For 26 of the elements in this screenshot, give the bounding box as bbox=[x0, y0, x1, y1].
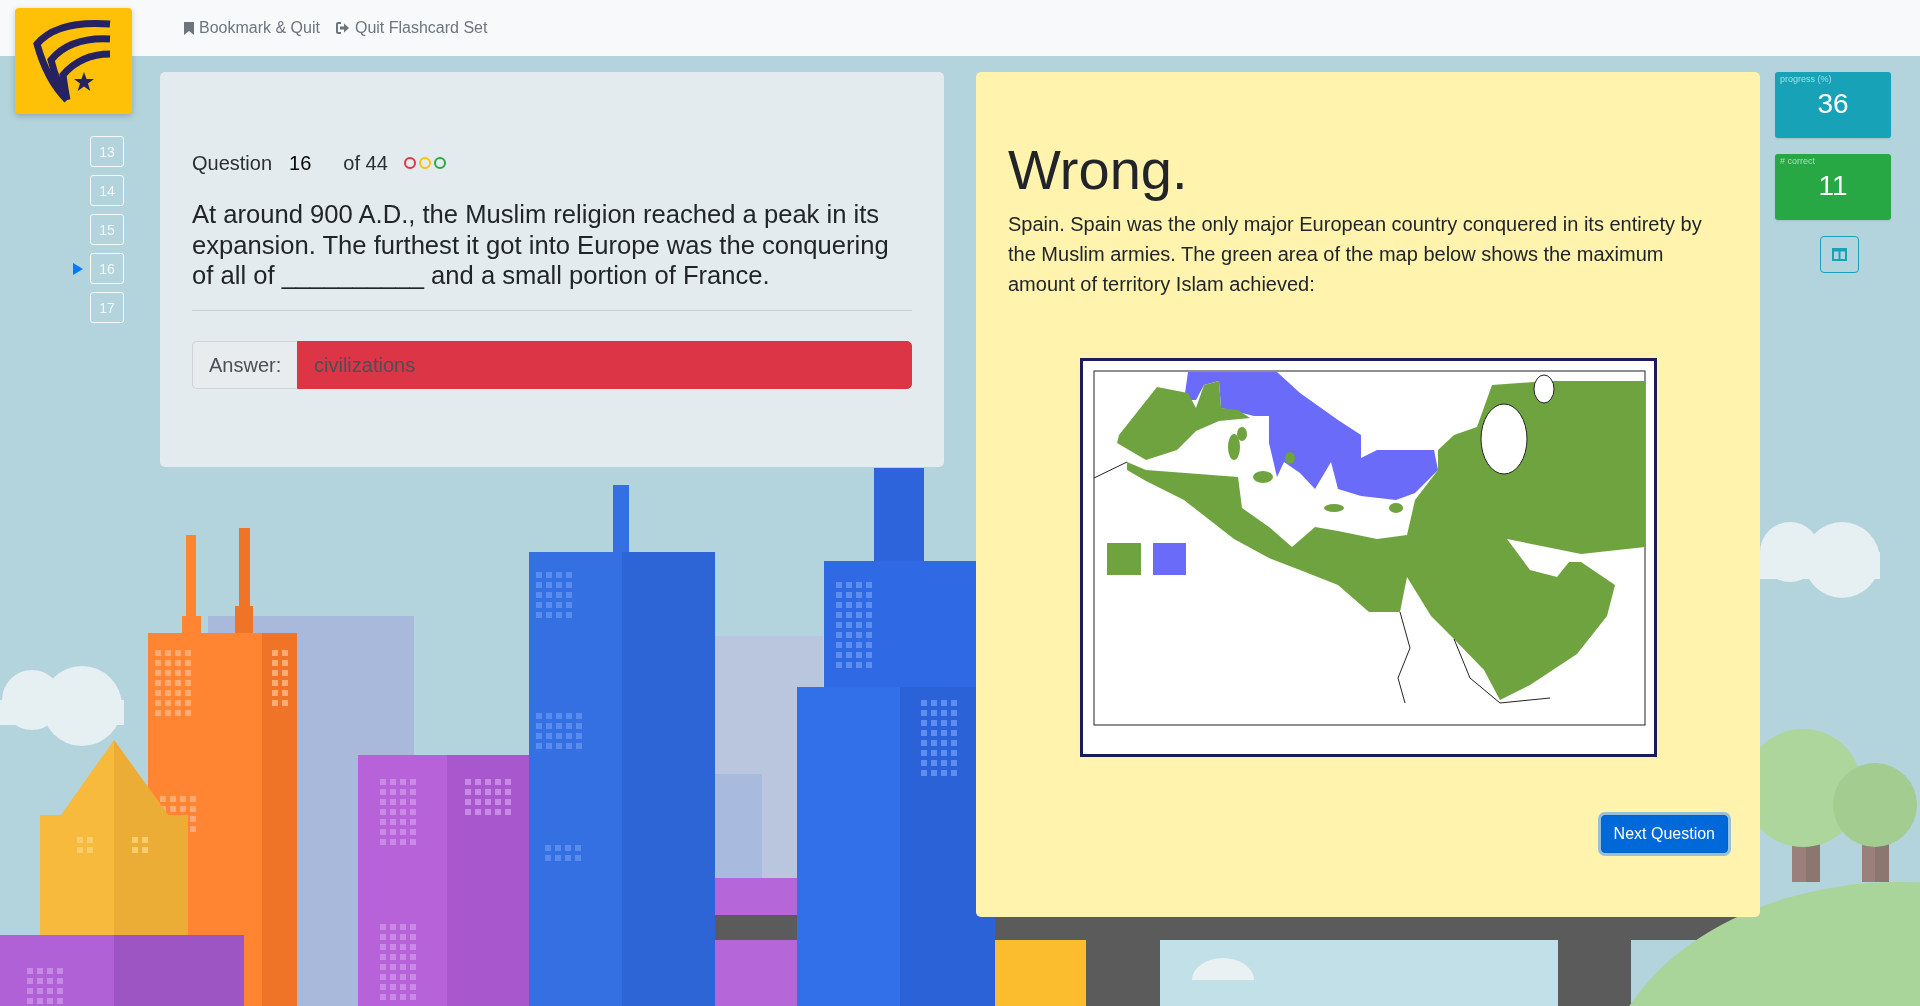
bookmark-icon bbox=[184, 21, 194, 35]
question-total: of 44 bbox=[343, 151, 388, 176]
answer-label: Answer: bbox=[192, 341, 297, 390]
question-number-button[interactable]: 13 bbox=[90, 136, 124, 167]
question-text: At around 900 A.D., the Muslim religion reached a peak in its expansion. The furthest it got into Europe was the conquering of all of __________ and a small portion of France. bbox=[192, 199, 890, 292]
question-number-button[interactable]: 15 bbox=[90, 214, 124, 245]
logo-icon[interactable] bbox=[15, 8, 132, 114]
stat-label: progress (%) bbox=[1779, 73, 1833, 85]
cloud bbox=[1192, 958, 1254, 980]
question-number: 16 bbox=[289, 151, 312, 176]
columns-icon bbox=[1832, 248, 1847, 261]
explanation-text: Spain. Spain was the only major European country conquered in its entirety by the Muslim armies. The green area of the map below shows the maximum amount of territory Islam achieved: bbox=[1008, 212, 1703, 297]
bookmark-link[interactable]: Bookmark & Quit bbox=[184, 18, 320, 38]
layout-toggle-button[interactable] bbox=[1820, 236, 1859, 273]
next-question-button[interactable]: Next Question bbox=[1600, 815, 1728, 853]
answer-field[interactable]: civilizations bbox=[297, 341, 912, 390]
stat-value: 36 bbox=[1817, 87, 1849, 121]
sign-out-icon bbox=[335, 22, 350, 34]
question-number-button[interactable]: 17 bbox=[90, 292, 124, 323]
question-number-button[interactable]: 16 bbox=[90, 253, 124, 284]
stat-value: 11 bbox=[1818, 169, 1848, 203]
question-label: Question bbox=[192, 151, 273, 176]
question-number-button[interactable]: 14 bbox=[90, 175, 124, 206]
quit-link[interactable]: Quit Flashcard Set bbox=[335, 18, 488, 38]
verdict-heading: Wrong. bbox=[1008, 137, 1189, 203]
stat-label: # correct bbox=[1779, 155, 1816, 167]
